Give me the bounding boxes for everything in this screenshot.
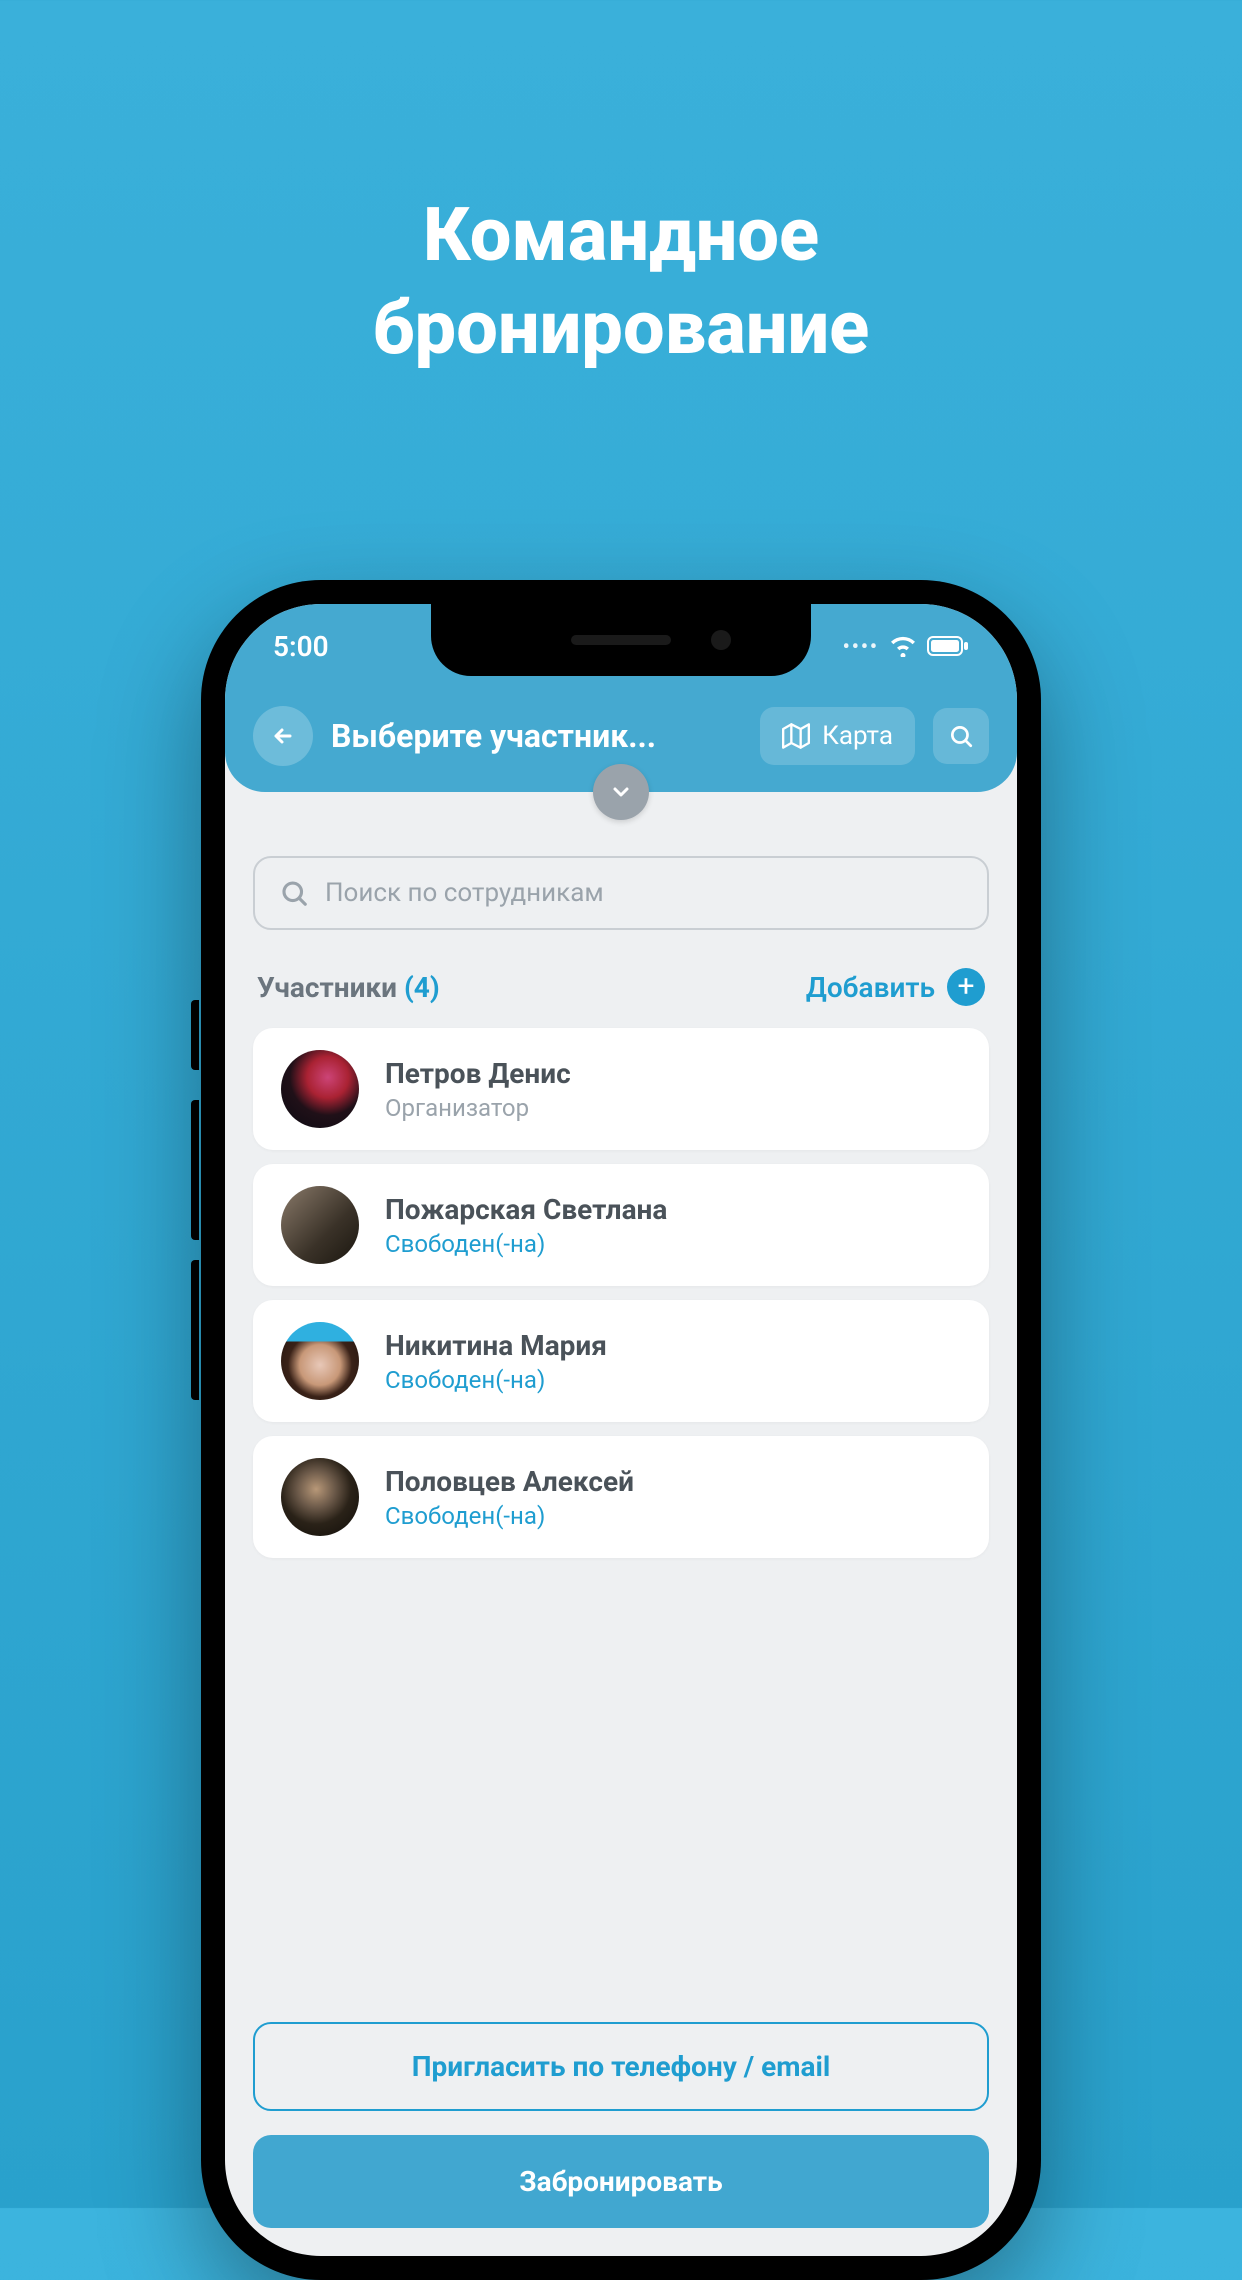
expand-handle[interactable] xyxy=(593,764,649,820)
book-button[interactable]: Забронировать xyxy=(253,2135,989,2228)
footer-actions: Пригласить по телефону / email Заброниро… xyxy=(225,1994,1017,2256)
wifi-icon xyxy=(889,635,917,657)
section-count: (4) xyxy=(404,971,440,1004)
search-icon xyxy=(948,723,974,749)
phone-notch xyxy=(431,604,811,676)
plus-icon: + xyxy=(947,968,985,1006)
chevron-down-icon xyxy=(609,780,633,804)
map-button[interactable]: Карта xyxy=(760,707,915,765)
participant-name: Половцев Алексей xyxy=(385,1465,634,1498)
invite-button[interactable]: Пригласить по телефону / email xyxy=(253,2022,989,2111)
promo-line-2: бронирование xyxy=(0,283,1242,376)
participants-list: Петров Денис Организатор Пожарская Светл… xyxy=(253,1028,989,1558)
participant-role: Организатор xyxy=(385,1094,571,1122)
cellular-icon: •••• xyxy=(843,634,879,658)
participant-status: Свободен(-на) xyxy=(385,1366,607,1394)
participants-section-header: Участники (4) Добавить + xyxy=(257,968,985,1006)
participant-name: Никитина Мария xyxy=(385,1329,607,1362)
front-camera xyxy=(711,630,731,650)
participant-status: Свободен(-на) xyxy=(385,1502,634,1530)
search-field[interactable] xyxy=(253,856,989,930)
header-search-button[interactable] xyxy=(933,708,989,764)
phone-screen: 5:00 •••• Выберите участник... Карта xyxy=(225,604,1017,2256)
participant-info: Никитина Мария Свободен(-на) xyxy=(385,1329,607,1394)
participant-info: Половцев Алексей Свободен(-на) xyxy=(385,1465,634,1530)
participant-name: Петров Денис xyxy=(385,1057,571,1090)
speaker-grill xyxy=(571,635,671,645)
arrow-left-icon xyxy=(271,724,295,748)
status-time: 5:00 xyxy=(273,630,329,663)
battery-icon xyxy=(927,636,969,656)
back-button[interactable] xyxy=(253,706,313,766)
participant-card[interactable]: Пожарская Светлана Свободен(-на) xyxy=(253,1164,989,1286)
participant-info: Петров Денис Организатор xyxy=(385,1057,571,1122)
add-button-label: Добавить xyxy=(806,971,935,1004)
promo-line-1: Командное xyxy=(0,190,1242,283)
avatar xyxy=(281,1050,359,1128)
participant-info: Пожарская Светлана Свободен(-на) xyxy=(385,1193,667,1258)
participant-name: Пожарская Светлана xyxy=(385,1193,667,1226)
add-participant-button[interactable]: Добавить + xyxy=(806,968,985,1006)
avatar xyxy=(281,1458,359,1536)
search-input[interactable] xyxy=(325,878,963,908)
header-title: Выберите участник... xyxy=(331,717,742,755)
section-label: Участники xyxy=(257,971,397,1004)
participant-card[interactable]: Никитина Мария Свободен(-на) xyxy=(253,1300,989,1422)
search-icon xyxy=(279,878,309,908)
status-right: •••• xyxy=(843,634,969,658)
participant-status: Свободен(-на) xyxy=(385,1230,667,1258)
map-button-label: Карта xyxy=(822,721,893,751)
promo-title: Командное бронирование xyxy=(0,190,1242,375)
avatar xyxy=(281,1186,359,1264)
map-icon xyxy=(782,722,810,750)
content-area: Участники (4) Добавить + Петров Денис Ор… xyxy=(225,792,1017,1586)
participant-card[interactable]: Половцев Алексей Свободен(-на) xyxy=(253,1436,989,1558)
app-header: Выберите участник... Карта xyxy=(225,688,1017,792)
avatar xyxy=(281,1322,359,1400)
section-title: Участники (4) xyxy=(257,971,440,1004)
participant-card[interactable]: Петров Денис Организатор xyxy=(253,1028,989,1150)
phone-frame: 5:00 •••• Выберите участник... Карта xyxy=(201,580,1041,2280)
